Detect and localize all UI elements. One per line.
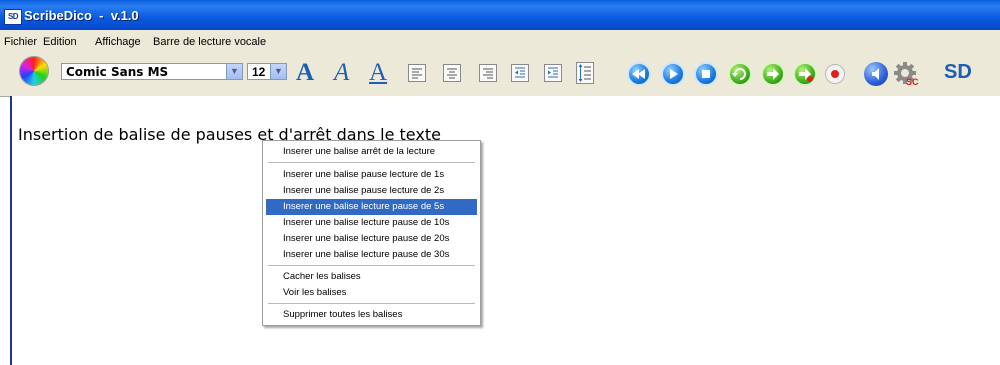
- play-icon[interactable]: [661, 62, 685, 86]
- menu-item-pause-10s[interactable]: Inserer une balise lecture pause de 10s: [266, 215, 477, 231]
- menu-item-hide-tags[interactable]: Cacher les balises: [266, 269, 477, 285]
- font-size-value: 12: [252, 65, 266, 79]
- stop-icon[interactable]: [694, 62, 718, 86]
- align-left-icon[interactable]: [408, 64, 426, 82]
- menu-item-pause-30s[interactable]: Inserer une balise lecture pause de 30s: [266, 247, 477, 263]
- menu-item-pause-20s[interactable]: Inserer une balise lecture pause de 20s: [266, 231, 477, 247]
- sd-logo: SD: [944, 61, 972, 83]
- chevron-down-icon[interactable]: ▼: [270, 64, 286, 79]
- repeat-icon[interactable]: [728, 62, 752, 86]
- sound-icon[interactable]: [864, 62, 888, 86]
- next-icon[interactable]: [761, 62, 785, 86]
- menu-bar: [0, 30, 1000, 50]
- menu-separator: [268, 303, 475, 305]
- window-title: ScribeDico - v.1.0: [24, 8, 139, 23]
- menu-item-pause-2s[interactable]: Inserer une balise pause lecture de 2s: [266, 183, 477, 199]
- record-icon[interactable]: [825, 64, 845, 84]
- menu-item-insert-stop[interactable]: Inserer une balise arrêt de la lecture: [266, 144, 477, 160]
- menu-affichage[interactable]: Affichage: [95, 36, 141, 48]
- font-size-select[interactable]: 12 ▼: [247, 63, 287, 80]
- align-center-icon[interactable]: [443, 64, 461, 82]
- menu-barre-lecture-vocale[interactable]: Barre de lecture vocale: [153, 36, 266, 48]
- font-italic-icon[interactable]: A: [334, 60, 349, 86]
- menu-separator: [268, 162, 475, 164]
- menu-fichier[interactable]: Fichier: [4, 36, 37, 48]
- context-menu: Inserer une balise arrêt de la lecture I…: [262, 140, 481, 326]
- increase-indent-icon[interactable]: [544, 64, 562, 82]
- chevron-down-icon[interactable]: ▼: [226, 64, 242, 79]
- decrease-indent-icon[interactable]: [511, 64, 529, 82]
- color-wheel-icon[interactable]: [20, 57, 48, 85]
- skip-icon[interactable]: [793, 62, 817, 86]
- font-family-select[interactable]: Comic Sans MS ▼: [61, 63, 243, 80]
- rewind-icon[interactable]: [627, 62, 651, 86]
- menu-item-pause-5s[interactable]: Inserer une balise lecture pause de 5s: [266, 199, 477, 215]
- font-size-large-icon[interactable]: A: [296, 60, 314, 86]
- menu-separator: [268, 265, 475, 267]
- line-spacing-icon[interactable]: [576, 62, 594, 84]
- menu-item-show-tags[interactable]: Voir les balises: [266, 285, 477, 301]
- align-right-icon[interactable]: [479, 64, 497, 82]
- app-icon: SD: [4, 9, 22, 25]
- settings-icon[interactable]: SC: [893, 61, 919, 87]
- font-underline-icon[interactable]: A: [369, 60, 387, 86]
- title-bar: [0, 0, 1000, 30]
- menu-edition[interactable]: Edition: [43, 36, 77, 48]
- svg-text:SC: SC: [906, 77, 919, 87]
- font-family-value: Comic Sans MS: [66, 65, 169, 79]
- menu-item-delete-all-tags[interactable]: Supprimer toutes les balises: [266, 307, 477, 323]
- menu-item-pause-1s[interactable]: Inserer une balise pause lecture de 1s: [266, 167, 477, 183]
